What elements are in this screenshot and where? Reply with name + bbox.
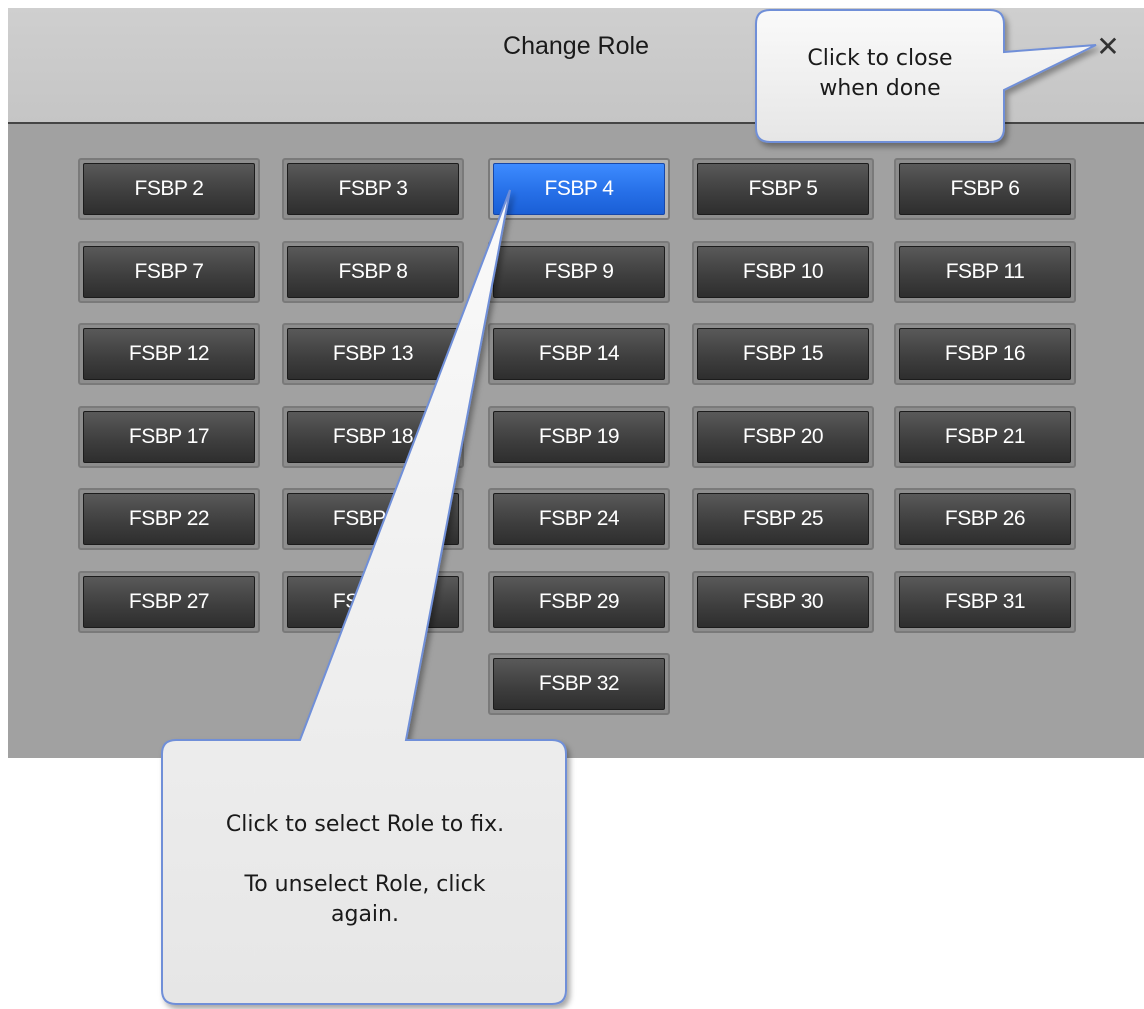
role-button-label: FSBP 18 xyxy=(287,411,459,463)
close-button[interactable]: ✕ xyxy=(1092,30,1124,62)
role-button-label: FSBP 7 xyxy=(83,246,255,298)
callout-select-line1: Click to select Role to fix. xyxy=(225,812,505,837)
role-button[interactable]: FSBP 16 xyxy=(894,323,1076,385)
role-button[interactable]: FSBP 8 xyxy=(282,241,464,303)
role-button[interactable]: FSBP 4 xyxy=(488,158,670,220)
role-button-label: FSBP 5 xyxy=(697,163,869,215)
role-button[interactable]: FSBP 7 xyxy=(78,241,260,303)
callout-select-line3: again. xyxy=(331,902,399,927)
change-role-dialog: Change Role ✕ FSBP 2 FSBP 3 FSBP 4 FSBP 5 FS… xyxy=(8,8,1144,758)
role-button-label: FSBP 22 xyxy=(83,493,255,545)
role-button-label: FSBP 32 xyxy=(493,658,665,710)
role-button-label: FSBP 25 xyxy=(697,493,869,545)
role-button-label: FSBP 10 xyxy=(697,246,869,298)
role-button[interactable]: FSBP 15 xyxy=(692,323,874,385)
role-button-label: FSBP 27 xyxy=(83,576,255,628)
role-button-label: FSBP 11 xyxy=(899,246,1071,298)
role-button[interactable]: FSBP 22 xyxy=(78,488,260,550)
role-button[interactable]: FSBP 20 xyxy=(692,406,874,468)
role-button[interactable]: FSBP 31 xyxy=(894,571,1076,633)
role-button[interactable]: FSBP 21 xyxy=(894,406,1076,468)
role-button-label: FSBP 12 xyxy=(83,328,255,380)
callout-select-line2: To unselect Role, click xyxy=(244,872,486,897)
role-button[interactable]: FSBP 30 xyxy=(692,571,874,633)
role-button-label: FSBP 15 xyxy=(697,328,869,380)
stage: Change Role ✕ FSBP 2 FSBP 3 FSBP 4 FSBP 5 FS… xyxy=(0,0,1144,1009)
role-button[interactable]: FSBP 24 xyxy=(488,488,670,550)
role-button[interactable]: FSBP 19 xyxy=(488,406,670,468)
role-button-label: FSBP 6 xyxy=(899,163,1071,215)
role-button[interactable]: FSBP 23 xyxy=(282,488,464,550)
role-button[interactable]: FSBP 9 xyxy=(488,241,670,303)
role-button-label: FSBP 30 xyxy=(697,576,869,628)
role-button-label: FSBP 14 xyxy=(493,328,665,380)
role-button[interactable]: FSBP 26 xyxy=(894,488,1076,550)
role-button-label: FSBP 26 xyxy=(899,493,1071,545)
role-button-label: FSBP 2 xyxy=(83,163,255,215)
role-button[interactable]: FSBP 13 xyxy=(282,323,464,385)
role-button[interactable]: FSBP 32 xyxy=(488,653,670,715)
dialog-title: Change Role xyxy=(503,32,649,60)
role-button-label: FSBP 20 xyxy=(697,411,869,463)
role-button[interactable]: FSBP 2 xyxy=(78,158,260,220)
role-button[interactable]: FSBP 17 xyxy=(78,406,260,468)
role-button[interactable]: FSBP 28 xyxy=(282,571,464,633)
role-button[interactable]: FSBP 12 xyxy=(78,323,260,385)
role-button-label: FSBP 28 xyxy=(287,576,459,628)
role-button-label: FSBP 17 xyxy=(83,411,255,463)
role-button-label: FSBP 3 xyxy=(287,163,459,215)
role-button[interactable]: FSBP 27 xyxy=(78,571,260,633)
role-button-label: FSBP 19 xyxy=(493,411,665,463)
role-button[interactable]: FSBP 6 xyxy=(894,158,1076,220)
role-button[interactable]: FSBP 10 xyxy=(692,241,874,303)
role-button[interactable]: FSBP 3 xyxy=(282,158,464,220)
role-button[interactable]: FSBP 18 xyxy=(282,406,464,468)
role-button[interactable]: FSBP 25 xyxy=(692,488,874,550)
role-button-label: FSBP 24 xyxy=(493,493,665,545)
role-button-label: FSBP 8 xyxy=(287,246,459,298)
role-button[interactable]: FSBP 5 xyxy=(692,158,874,220)
role-button-label: FSBP 29 xyxy=(493,576,665,628)
role-button-label: FSBP 9 xyxy=(493,246,665,298)
role-button-label: FSBP 16 xyxy=(899,328,1071,380)
role-button-label: FSBP 13 xyxy=(287,328,459,380)
role-button-label: FSBP 31 xyxy=(899,576,1071,628)
callout-select-text: Click to select Role to fix. To unselect… xyxy=(165,810,565,930)
close-icon: ✕ xyxy=(1096,30,1120,62)
role-button[interactable]: FSBP 14 xyxy=(488,323,670,385)
role-button-label: FSBP 23 xyxy=(287,493,459,545)
role-button-label: FSBP 21 xyxy=(899,411,1071,463)
role-button-label: FSBP 4 xyxy=(493,163,665,215)
role-button[interactable]: FSBP 11 xyxy=(894,241,1076,303)
dialog-header: Change Role ✕ xyxy=(8,8,1144,124)
role-button[interactable]: FSBP 29 xyxy=(488,571,670,633)
